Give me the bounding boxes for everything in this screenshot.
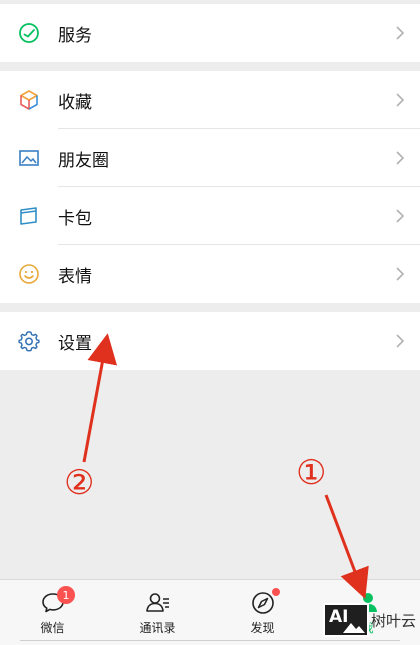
menu-item-label: 卡包 bbox=[58, 208, 92, 229]
menu-item-label: 表情 bbox=[58, 266, 92, 287]
menu-item-favorites[interactable]: 收藏 bbox=[0, 71, 420, 129]
tab-label: 发现 bbox=[250, 621, 275, 635]
watermark-text: 树叶云 bbox=[370, 611, 416, 630]
menu-item-label: 设置 bbox=[58, 333, 92, 354]
section-gap bbox=[0, 62, 420, 71]
menu-item-label: 服务 bbox=[58, 25, 92, 46]
tab-label: 微信 bbox=[40, 621, 65, 635]
menu-item-label: 收藏 bbox=[58, 92, 92, 113]
menu-group-service: 服务 bbox=[0, 4, 420, 62]
unread-badge: 1 bbox=[57, 586, 75, 604]
menu-item-stickers[interactable]: 表情 bbox=[0, 245, 420, 303]
chevron-right-icon bbox=[380, 208, 420, 224]
watermark: AI 树叶云 bbox=[322, 603, 416, 637]
menu-item-card-wallet[interactable]: 卡包 bbox=[0, 187, 420, 245]
tab-label: 通讯录 bbox=[139, 621, 176, 635]
menu-item-label: 朋友圈 bbox=[58, 150, 109, 171]
tab-discover[interactable]: 发现 bbox=[210, 580, 315, 645]
chevron-right-icon bbox=[380, 333, 420, 349]
section-gap bbox=[0, 303, 420, 312]
empty-area bbox=[0, 371, 420, 579]
tab-chats[interactable]: 1 微信 bbox=[0, 580, 105, 645]
watermark-logo: AI bbox=[322, 603, 369, 637]
menu-group-main: 收藏 朋友圈 卡包 表情 bbox=[0, 71, 420, 303]
menu-group-settings: 设置 bbox=[0, 312, 420, 370]
home-indicator bbox=[20, 640, 400, 641]
mountain-icon bbox=[342, 623, 365, 633]
chevron-right-icon bbox=[380, 150, 420, 166]
step-2-marker: ② bbox=[64, 463, 95, 503]
gear-icon bbox=[0, 329, 58, 353]
sticker-smile-icon bbox=[0, 262, 58, 286]
service-icon bbox=[0, 21, 58, 45]
step-1-marker: ① bbox=[296, 453, 327, 493]
contacts-icon bbox=[145, 593, 169, 612]
card-wallet-icon bbox=[0, 204, 58, 228]
chevron-right-icon bbox=[380, 266, 420, 282]
tab-contacts[interactable]: 通讯录 bbox=[105, 580, 210, 645]
menu-item-moments[interactable]: 朋友圈 bbox=[0, 129, 420, 187]
menu-item-settings[interactable]: 设置 bbox=[0, 312, 420, 370]
chevron-right-icon bbox=[380, 92, 420, 108]
menu-item-service[interactable]: 服务 bbox=[0, 4, 420, 62]
chevron-right-icon bbox=[380, 25, 420, 41]
moments-image-icon bbox=[0, 146, 58, 170]
new-content-dot bbox=[272, 588, 280, 596]
favorites-cube-icon bbox=[0, 88, 58, 112]
